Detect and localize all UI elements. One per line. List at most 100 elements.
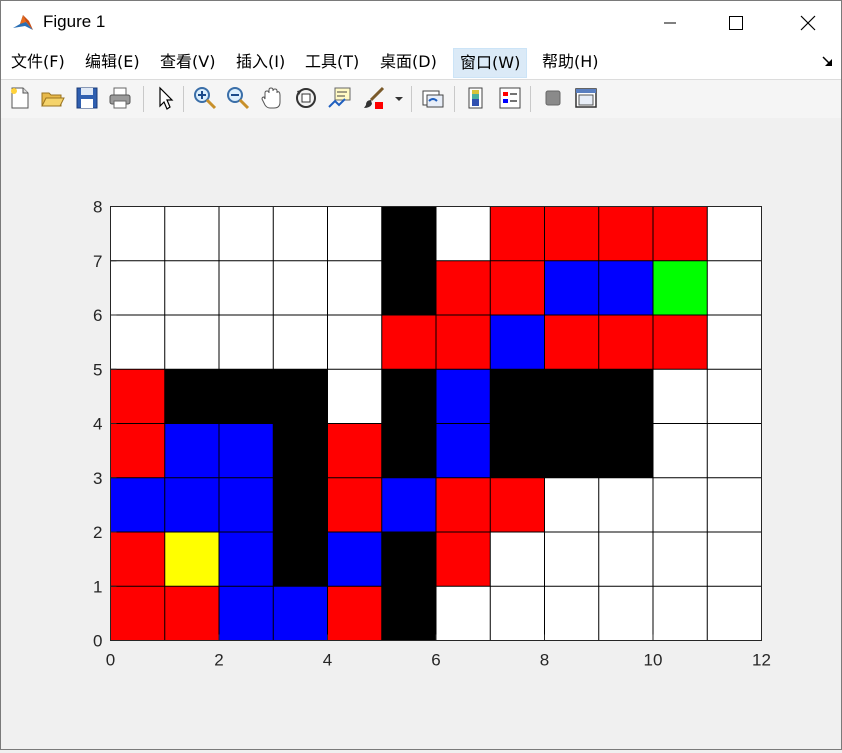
maximize-icon — [729, 16, 743, 30]
grid-cell-blue — [436, 423, 491, 478]
zoom-out-icon[interactable] — [225, 85, 251, 111]
grid-cell-blue — [219, 423, 274, 478]
hide-plot-tools-icon[interactable] — [540, 85, 566, 111]
menu-file[interactable]: 文件(F) — [11, 51, 65, 73]
grid-cell-white — [327, 369, 382, 424]
grid-cell-white — [544, 586, 599, 641]
print-icon[interactable] — [107, 85, 133, 111]
toolbar-separator — [143, 86, 144, 112]
save-icon[interactable] — [74, 85, 100, 111]
x-tick-label: 4 — [323, 651, 332, 670]
x-tick-label: 10 — [644, 651, 663, 670]
grid-cell-white — [707, 532, 762, 587]
grid-cell-blue — [219, 477, 274, 532]
grid-cell-blue — [598, 260, 653, 315]
grid-cell-white — [327, 206, 382, 261]
toolbar-separator — [454, 86, 455, 112]
menu-help[interactable]: 帮助(H) — [542, 51, 599, 73]
grid-cell-white — [327, 260, 382, 315]
grid-cell-green — [653, 260, 708, 315]
select-arrow-icon[interactable] — [153, 85, 179, 111]
grid-cell-black — [273, 423, 328, 478]
colorbar-icon[interactable] — [463, 85, 489, 111]
menu-view[interactable]: 查看(V) — [160, 51, 215, 73]
grid-cell-white — [273, 206, 328, 261]
grid-cell-red — [327, 586, 382, 641]
grid-cell-red — [490, 260, 545, 315]
grid-cell-white — [436, 586, 491, 641]
menu-edit[interactable]: 编辑(E) — [85, 51, 140, 73]
grid-cell-red — [436, 477, 491, 532]
new-figure-icon[interactable] — [7, 85, 33, 111]
grid-cell-white — [273, 260, 328, 315]
menu-tools[interactable]: 工具(T) — [305, 51, 359, 73]
grid-cell-red — [436, 315, 491, 370]
grid-cell-white — [653, 586, 708, 641]
grid-cell-white — [110, 315, 165, 370]
y-tick-label: 4 — [93, 415, 102, 434]
y-tick-label: 3 — [93, 469, 102, 488]
grid-cell-white — [544, 532, 599, 587]
grid-cell-red — [653, 315, 708, 370]
grid-cell-red — [598, 206, 653, 261]
y-tick-label: 6 — [93, 306, 102, 325]
grid-cell-white — [707, 423, 762, 478]
matlab-logo-icon — [11, 11, 35, 35]
y-tick-label: 2 — [93, 523, 102, 542]
maximize-button[interactable] — [713, 1, 759, 45]
menu-window[interactable]: 窗口(W) — [453, 48, 528, 78]
toolbar-separator — [530, 86, 531, 112]
figure-canvas[interactable]: 0 2 4 6 8 10 12 012345678 — [1, 118, 841, 749]
grid-cell-white — [219, 260, 274, 315]
title-bar: Figure 1 — [1, 1, 841, 45]
show-plot-tools-icon[interactable] — [573, 85, 599, 111]
grid-cell-white — [164, 260, 219, 315]
grid-cell-white — [164, 315, 219, 370]
grid-cell-blue — [219, 586, 274, 641]
rotate-3d-icon[interactable] — [293, 85, 319, 111]
grid-cell-blue — [327, 532, 382, 587]
grid-cell-white — [544, 477, 599, 532]
dock-arrow-icon[interactable] — [821, 54, 835, 68]
grid-cell-white — [653, 477, 708, 532]
grid-cell-white — [490, 532, 545, 587]
grid-cell-black — [219, 369, 274, 424]
minimize-button[interactable] — [647, 1, 693, 45]
figure-window: Figure 1 文件(F) 编辑(E) 查看(V) 插入(I) 工具(T) 桌… — [0, 0, 842, 750]
grid-cell-black — [381, 206, 436, 261]
grid-cell-black — [544, 369, 599, 424]
grid-cell-blue — [436, 369, 491, 424]
link-plot-icon[interactable] — [420, 85, 446, 111]
grid-cell-white — [653, 369, 708, 424]
grid-cell-white — [164, 206, 219, 261]
grid-cell-black — [273, 532, 328, 587]
grid-cell-black — [490, 369, 545, 424]
grid-cell-red — [110, 586, 165, 641]
grid-cell-red — [110, 423, 165, 478]
grid-cell-white — [707, 206, 762, 261]
menu-insert[interactable]: 插入(I) — [236, 51, 285, 73]
grid-cell-black — [598, 369, 653, 424]
grid-cell-white — [490, 586, 545, 641]
grid-cell-red — [110, 369, 165, 424]
grid-cell-white — [219, 315, 274, 370]
y-tick-label: 5 — [93, 360, 102, 379]
grid-cell-white — [653, 532, 708, 587]
grid-cell-red — [490, 477, 545, 532]
brush-icon[interactable] — [361, 85, 387, 111]
data-cursor-icon[interactable] — [327, 85, 353, 111]
figure-toolbar — [1, 79, 841, 119]
zoom-in-icon[interactable] — [192, 85, 218, 111]
close-icon — [800, 15, 816, 31]
grid-cell-white — [436, 206, 491, 261]
menu-desktop[interactable]: 桌面(D) — [380, 51, 437, 73]
pan-hand-icon[interactable] — [259, 85, 285, 111]
brush-dropdown-icon[interactable] — [393, 85, 405, 111]
y-tick-label: 8 — [93, 198, 102, 217]
grid-cell-black — [598, 423, 653, 478]
legend-icon[interactable] — [497, 85, 523, 111]
close-button[interactable] — [785, 1, 831, 45]
x-tick-label: 12 — [752, 651, 771, 670]
open-file-icon[interactable] — [39, 85, 65, 111]
grid-cell-blue — [490, 315, 545, 370]
